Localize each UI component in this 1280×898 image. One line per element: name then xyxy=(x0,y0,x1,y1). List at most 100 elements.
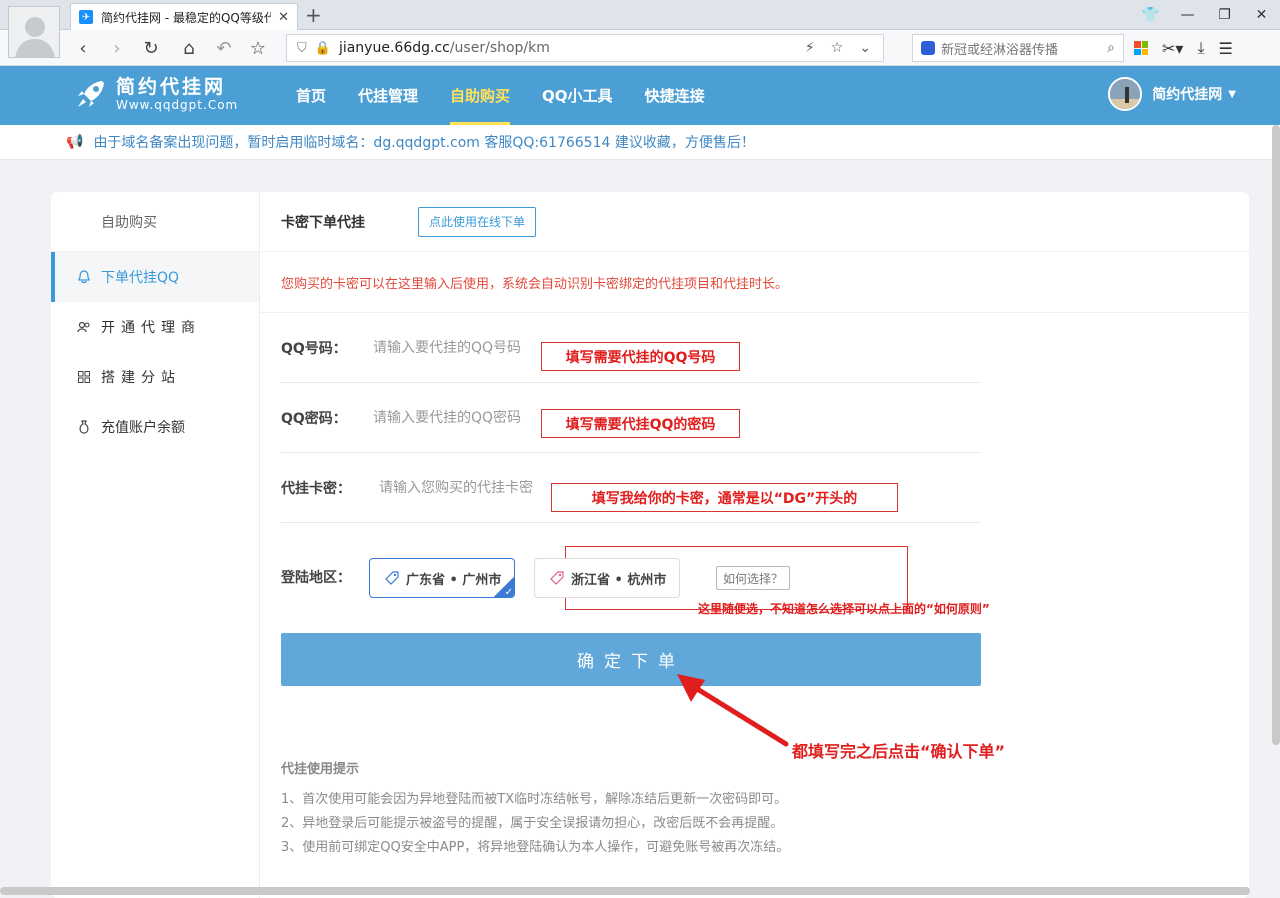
avatar xyxy=(1108,77,1143,111)
megaphone-icon: 📢 xyxy=(66,134,84,150)
site-header: 简约代挂网 Www.qqdgpt.Com 首页 代挂管理 自助购买 QQ小工具 … xyxy=(0,66,1280,125)
money-bag-icon xyxy=(77,420,91,434)
new-tab-icon[interactable]: + xyxy=(305,3,322,27)
window-controls: 👕 — ❐ ✕ xyxy=(1132,0,1280,30)
logo-url: Www.qqdgpt.Com xyxy=(116,98,239,112)
content-card: 自助购买 下单代挂QQ 开通代理商 搭建分站 充值账户余额 卡密下单代挂 点此使… xyxy=(51,192,1249,898)
reload-icon[interactable]: ↻ xyxy=(136,30,166,66)
tip-item: 1、首次使用可能会因为异地登陆而被TX临时冻结帐号，解除冻结后更新一次密码即可。 xyxy=(281,792,788,807)
rocket-logo-icon xyxy=(78,81,104,107)
user-menu[interactable]: 简约代挂网 ▼ xyxy=(1108,77,1236,111)
how-to-choose-button[interactable]: 如何选择？ xyxy=(716,566,791,590)
bookmark-star-icon[interactable]: ☆ xyxy=(243,30,273,66)
tag-icon xyxy=(550,571,564,585)
chevron-down-icon[interactable]: ⌄ xyxy=(859,40,871,56)
qq-password-label: QQ密码： xyxy=(281,410,347,427)
menu-icon[interactable]: ☰ xyxy=(1219,39,1233,58)
main-header: 卡密下单代挂 点此使用在线下单 xyxy=(261,192,1249,252)
tab-close-icon[interactable]: ✕ xyxy=(278,10,289,25)
nav-manage[interactable]: 代挂管理 xyxy=(342,66,434,125)
annotation-submit: 都填写完之后点击“确认下单” xyxy=(792,742,1006,761)
notice-text: 由于域名备案出现问题，暂时启用临时域名：dg.qqdgpt.com 客服QQ:6… xyxy=(93,135,755,151)
main-nav: 首页 代挂管理 自助购买 QQ小工具 快捷连接 xyxy=(280,66,721,125)
region-option-hangzhou[interactable]: 浙江省 • 杭州市 xyxy=(534,558,680,598)
download-icon[interactable]: ⤓ xyxy=(1197,38,1204,58)
user-name: 简约代挂网 xyxy=(1152,87,1223,103)
home-icon[interactable]: ⌂ xyxy=(174,30,204,66)
region-label-text: 浙江省 • 杭州市 xyxy=(571,572,667,588)
red-arrow-icon xyxy=(677,674,789,747)
region-label-text: 广东省 • 广州市 xyxy=(406,572,502,588)
online-order-button[interactable]: 点此使用在线下单 xyxy=(418,206,537,237)
browser-tab-bar: ✈ 简约代挂网 - 最稳定的QQ等级代挂网站 ✕ + 👕 — ❐ ✕ xyxy=(0,0,1280,30)
sidebar-item-label: 开通代理商 xyxy=(101,320,201,336)
users-icon xyxy=(77,320,91,334)
nav-qq-tools[interactable]: QQ小工具 xyxy=(526,66,629,125)
scissors-icon[interactable]: ✂▾ xyxy=(1162,39,1183,58)
sidebar-item-label: 下单代挂QQ xyxy=(101,270,180,286)
qq-password-input[interactable] xyxy=(373,409,543,426)
nav-home[interactable]: 首页 xyxy=(280,66,342,125)
restore-icon[interactable]: ❐ xyxy=(1206,0,1243,30)
main-panel: 卡密下单代挂 点此使用在线下单 您购买的卡密可以在这里输入后使用，系统会自动识别… xyxy=(261,192,1249,898)
notice-bar: 📢 由于域名备案出现问题，暂时启用临时域名：dg.qqdgpt.com 客服QQ… xyxy=(0,125,1280,160)
caret-down-icon: ▼ xyxy=(1228,88,1236,100)
sidebar-item-label: 充值账户余额 xyxy=(101,420,185,436)
tab-title: 简约代挂网 - 最稳定的QQ等级代挂网站 xyxy=(101,10,271,25)
tip-item: 2、异地登录后可能提示被盗号的提醒，属于安全误报请勿担心，改密后既不会再提醒。 xyxy=(281,816,784,831)
browser-profile-avatar[interactable] xyxy=(8,6,60,58)
tip-item: 3、使用前可绑定QQ安全中APP，将异地登陆确认为本人操作，可避免账号被再次冻结… xyxy=(281,840,790,855)
sidebar-item-order-qq[interactable]: 下单代挂QQ xyxy=(51,252,259,302)
favorite-star-icon[interactable]: ☆ xyxy=(831,40,844,56)
apps-grid-icon[interactable] xyxy=(1134,41,1148,55)
sidebar-item-substation[interactable]: 搭建分站 xyxy=(51,352,259,402)
submit-order-button[interactable]: 确定下单 xyxy=(281,633,981,686)
qq-number-label: QQ号码： xyxy=(281,340,347,357)
back-icon[interactable]: ‹ xyxy=(68,30,98,66)
selected-check-icon: ✓ xyxy=(493,576,514,597)
sidebar-item-recharge[interactable]: 充值账户余额 xyxy=(51,402,259,452)
insecure-lock-icon: 🔒 xyxy=(314,40,331,56)
forward-icon[interactable]: › xyxy=(102,30,132,66)
close-window-icon[interactable]: ✕ xyxy=(1243,0,1280,30)
sidebar: 自助购买 下单代挂QQ 开通代理商 搭建分站 充值账户余额 xyxy=(51,192,260,898)
search-placeholder: 新冠或经淋浴器传播 xyxy=(941,42,1059,58)
site-logo[interactable]: 简约代挂网 Www.qqdgpt.Com xyxy=(74,76,238,112)
nav-quick-links[interactable]: 快捷连接 xyxy=(629,66,721,125)
horizontal-scrollbar[interactable] xyxy=(0,887,1250,895)
baidu-paw-icon xyxy=(921,41,935,55)
region-label: 登陆地区： xyxy=(281,570,351,586)
nav-self-purchase[interactable]: 自助购买 xyxy=(434,66,526,125)
sidebar-item-label: 搭建分站 xyxy=(101,370,181,386)
url-text: jianyue.66dg.cc/user/shop/km xyxy=(338,40,550,56)
annotation-card-key: 填写我给你的卡密，通常是以“DG”开头的 xyxy=(551,483,898,512)
lightning-icon[interactable]: ⚡ xyxy=(805,40,815,56)
browser-tab[interactable]: ✈ 简约代挂网 - 最稳定的QQ等级代挂网站 ✕ xyxy=(70,3,298,30)
annotation-region: 这里随便选，不知道怎么选择可以点上面的“如何原则” xyxy=(698,602,990,616)
annotation-qq: 填写需要代挂的QQ号码 xyxy=(541,342,740,371)
tag-icon xyxy=(385,571,399,585)
sidebar-item-agent[interactable]: 开通代理商 xyxy=(51,302,259,352)
card-key-label: 代挂卡密： xyxy=(281,480,351,497)
sidebar-title: 自助购买 xyxy=(51,192,259,252)
undo-icon[interactable]: ↶ xyxy=(209,30,239,66)
logo-name: 简约代挂网 xyxy=(116,76,227,98)
browser-tools: ✂▾ ⤓ ☰ xyxy=(1134,30,1233,66)
tips-title: 代挂使用提示 xyxy=(281,762,360,777)
card-key-input[interactable] xyxy=(379,479,549,496)
shirt-skin-icon[interactable]: 👕 xyxy=(1132,0,1169,30)
page-title: 卡密下单代挂 xyxy=(281,214,365,231)
annotation-password: 填写需要代挂QQ的密码 xyxy=(541,409,740,438)
browser-navbar: ‹ › ↻ ⌂ ↶ ☆ ⛉ 🔒 jianyue.66dg.cc/user/sho… xyxy=(0,30,1280,66)
minimize-icon[interactable]: — xyxy=(1169,0,1206,30)
vertical-scrollbar[interactable] xyxy=(1272,125,1280,745)
search-icon[interactable]: ⌕ xyxy=(1107,40,1115,56)
grid-icon xyxy=(77,370,91,384)
qq-number-input[interactable] xyxy=(373,339,543,356)
rocket-favicon-icon: ✈ xyxy=(79,10,93,24)
address-bar[interactable]: ⛉ 🔒 jianyue.66dg.cc/user/shop/km ⚡ ☆ ⌄ xyxy=(286,34,884,62)
card-key-hint: 您购买的卡密可以在这里输入后使用，系统会自动识别卡密绑定的代挂项目和代挂时长。 xyxy=(261,252,1249,313)
bell-icon xyxy=(77,270,91,284)
search-box[interactable]: 新冠或经淋浴器传播 ⌕ xyxy=(912,34,1124,62)
region-option-guangzhou[interactable]: 广东省 • 广州市 ✓ xyxy=(369,558,515,598)
